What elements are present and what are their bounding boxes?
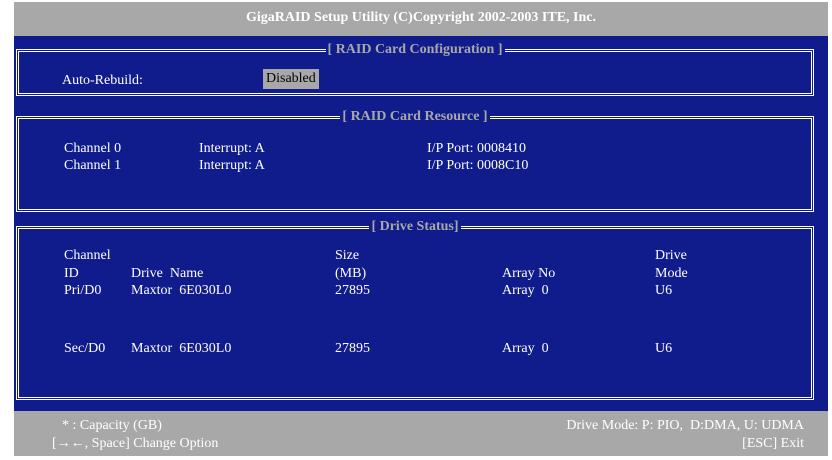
drive-array: Array 0 bbox=[502, 283, 549, 298]
drive-id: Pri/D0 bbox=[64, 283, 102, 298]
change-option-hint: [→←, Space] Change Option bbox=[52, 436, 219, 451]
auto-rebuild-label: Auto-Rebuild: bbox=[62, 73, 143, 88]
raid-card-resource-panel: [ RAID Card Resource ] bbox=[16, 109, 814, 212]
drive-array: Array 0 bbox=[502, 341, 549, 356]
resource-heading: [ RAID Card Resource ] bbox=[340, 109, 490, 124]
col-header-array: Array No bbox=[502, 266, 556, 281]
channel-0-io-port: I/P Port: 0008410 bbox=[427, 141, 527, 156]
title-bar: GigaRAID Setup Utility (C)Copyright 2002… bbox=[14, 2, 828, 36]
config-heading: [ RAID Card Configuration ] bbox=[325, 42, 505, 57]
esc-exit-hint: [ESC] Exit bbox=[742, 436, 804, 451]
col-header-drive-name: Drive Name bbox=[131, 266, 204, 281]
drive-mode-legend: Drive Mode: P: PIO, D:DMA, U: UDMA bbox=[566, 418, 804, 433]
drive-status-panel: [ Drive Status] bbox=[16, 219, 814, 400]
col-header-size-unit: (MB) bbox=[335, 266, 367, 281]
col-header-mode: Mode bbox=[655, 266, 688, 281]
title-text: GigaRAID Setup Utility (C)Copyright 2002… bbox=[245, 10, 596, 25]
drive-mode: U6 bbox=[655, 283, 673, 298]
drive-status-heading: [ Drive Status] bbox=[369, 219, 461, 234]
drive-name: Maxtor 6E030L0 bbox=[131, 341, 232, 356]
channel-1-io-port: I/P Port: 0008C10 bbox=[427, 158, 529, 173]
channel-0-interrupt: Interrupt: A bbox=[199, 141, 265, 156]
col-header-channel: Channel bbox=[64, 248, 111, 263]
drive-size: 27895 bbox=[335, 283, 370, 298]
drive-mode: U6 bbox=[655, 341, 673, 356]
col-header-drive: Drive bbox=[655, 248, 687, 263]
drive-id: Sec/D0 bbox=[64, 341, 106, 356]
drive-name: Maxtor 6E030L0 bbox=[131, 283, 232, 298]
channel-1-interrupt: Interrupt: A bbox=[199, 158, 265, 173]
auto-rebuild-option[interactable]: Disabled bbox=[263, 69, 319, 89]
col-header-id: ID bbox=[64, 266, 79, 281]
channel-1-label: Channel 1 bbox=[64, 158, 122, 173]
col-header-size: Size bbox=[335, 248, 360, 263]
drive-size: 27895 bbox=[335, 341, 370, 356]
capacity-note: * : Capacity (GB) bbox=[62, 418, 162, 433]
channel-0-label: Channel 0 bbox=[64, 141, 122, 156]
